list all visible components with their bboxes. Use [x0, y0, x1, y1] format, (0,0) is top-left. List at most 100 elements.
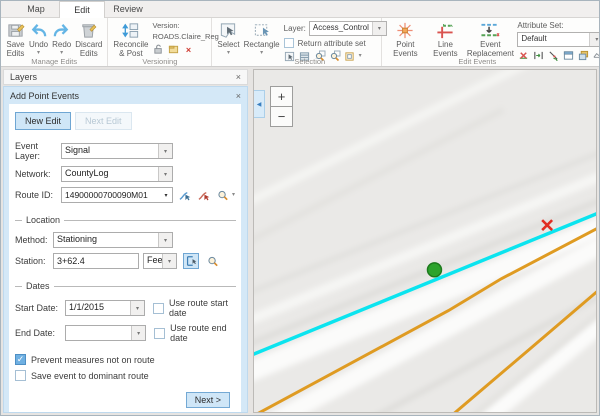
end-date-dropdown[interactable]: ▾: [65, 325, 146, 341]
event-layer-dropdown-arrow-icon[interactable]: ▾: [158, 144, 172, 158]
line-events-label: Line Events: [427, 41, 463, 59]
check-icon: ✓: [17, 354, 25, 365]
point-events-button[interactable]: Point Events: [385, 20, 425, 60]
point-events-label: Point Events: [387, 41, 423, 59]
undo-label: Undo: [29, 41, 48, 50]
use-route-start-date-checkbox[interactable]: [153, 303, 164, 314]
method-value: Stationing: [54, 233, 158, 247]
save-to-dominant-route-checkbox[interactable]: [15, 370, 26, 381]
zoom-to-route-dropdown-icon[interactable]: ▾: [232, 193, 235, 197]
next-button[interactable]: Next >: [186, 392, 230, 408]
zoom-in-button[interactable]: +: [270, 86, 293, 107]
new-edit-button[interactable]: New Edit: [15, 112, 71, 130]
method-dropdown-arrow-icon[interactable]: ▾: [158, 233, 172, 247]
zoom-out-button[interactable]: −: [270, 106, 293, 127]
versioning-column: Version: ROADS.Claire_Reg ×: [151, 20, 221, 57]
dates-section-divider: Dates: [15, 281, 236, 291]
units-dropdown-arrow-icon[interactable]: ▾: [162, 254, 176, 268]
next-edit-button[interactable]: Next Edit: [75, 112, 132, 130]
pick-station-from-map-tool[interactable]: [183, 253, 199, 269]
prevent-measures-label: Prevent measures not on route: [31, 355, 155, 365]
route-id-value: 14900000700090M01: [62, 189, 160, 201]
event-layer-dropdown[interactable]: Signal ▾: [61, 143, 173, 159]
select-button[interactable]: Select ▾: [215, 20, 241, 56]
route-id-combo-arrow-icon[interactable]: ▾: [160, 192, 172, 199]
delete-version-icon[interactable]: ×: [183, 44, 195, 56]
attribute-set-dropdown[interactable]: Default ▾: [517, 32, 600, 47]
layers-close-icon[interactable]: ×: [236, 72, 241, 82]
prevent-measures-checkbox[interactable]: ✓: [15, 354, 26, 365]
group-label-manage-edits: Manage Edits: [1, 57, 107, 66]
station-input[interactable]: 3+62.4: [53, 253, 139, 269]
method-label: Method:: [15, 235, 53, 245]
tab-review[interactable]: Review: [105, 1, 151, 17]
redo-label: Redo: [52, 41, 71, 50]
add-point-events-pane: Add Point Events × New Edit Next Edit Ev…: [3, 86, 248, 413]
map-view[interactable]: ◀ + −: [253, 69, 597, 413]
reconcile-post-icon: [121, 21, 141, 40]
layer-dropdown[interactable]: Access_Control ▾: [309, 21, 387, 36]
use-route-end-date-checkbox[interactable]: [154, 328, 165, 339]
reconcile-post-label: Reconcile & Post: [113, 41, 148, 59]
point-event-marker[interactable]: [427, 263, 441, 277]
network-dropdown-arrow-icon[interactable]: ▾: [158, 167, 172, 181]
save-edits-button[interactable]: Save Edits: [4, 20, 27, 60]
use-route-start-date-label: Use route start date: [169, 298, 236, 318]
layer-value: Access_Control: [310, 22, 372, 35]
method-dropdown[interactable]: Stationing ▾: [53, 232, 173, 248]
redo-button[interactable]: Redo ▾: [50, 20, 73, 56]
left-panel: Layers × Add Point Events × New Edit Nex…: [1, 67, 249, 415]
station-value: 3+62.4: [57, 256, 85, 266]
edit-events-options-column: Attribute Set: Default ▾: [515, 20, 600, 62]
select-label: Select: [217, 41, 239, 50]
layers-pane-title: Layers: [10, 72, 37, 82]
units-dropdown[interactable]: Feet ▾: [143, 253, 177, 269]
reconcile-post-button[interactable]: Reconcile & Post: [111, 20, 150, 60]
select-dropdown-icon[interactable]: ▾: [227, 51, 230, 55]
discard-edits-icon: [79, 21, 98, 40]
location-section-divider: Location: [15, 215, 236, 225]
line-events-icon: [435, 21, 455, 40]
units-value: Feet: [144, 254, 162, 268]
network-dropdown[interactable]: CountyLog ▾: [61, 166, 173, 182]
undo-button[interactable]: Undo ▾: [27, 20, 50, 56]
event-replacement-button[interactable]: Event Replacement: [465, 20, 515, 60]
panel-collapse-tab[interactable]: ◀: [254, 90, 265, 118]
return-attribute-set-label: Return attribute set: [298, 39, 366, 48]
unlock-version-icon[interactable]: [153, 44, 165, 56]
zoom-to-station-icon[interactable]: [205, 253, 221, 269]
add-point-events-body: New Edit Next Edit Event Layer: Signal ▾…: [4, 104, 247, 412]
map-canvas[interactable]: [254, 70, 596, 412]
discard-edits-button[interactable]: Discard Edits: [73, 20, 104, 60]
tab-edit[interactable]: Edit: [59, 1, 105, 18]
zoom-to-route-icon[interactable]: [215, 188, 230, 203]
map-zoom-control: + −: [270, 86, 293, 127]
add-point-events-close-icon[interactable]: ×: [236, 91, 241, 101]
attribute-set-dropdown-arrow-icon[interactable]: ▾: [589, 33, 600, 46]
clear-route-selection-icon[interactable]: [196, 188, 211, 203]
group-manage-edits: Save Edits Undo ▾ Redo ▾ Discar: [1, 18, 108, 66]
select-route-on-map-icon[interactable]: [177, 188, 192, 203]
start-date-dropdown-arrow-icon[interactable]: ▾: [130, 301, 144, 315]
end-date-dropdown-arrow-icon[interactable]: ▾: [131, 326, 145, 340]
rectangle-label: Rectangle: [244, 41, 280, 50]
route-id-combo[interactable]: 14900000700090M01 ▾: [61, 187, 173, 203]
network-value: CountyLog: [62, 167, 158, 181]
return-attribute-set-checkbox[interactable]: [284, 38, 294, 48]
event-replacement-icon: [479, 21, 501, 40]
undo-dropdown-icon[interactable]: ▾: [37, 51, 40, 55]
rectangle-button[interactable]: Rectangle ▾: [242, 20, 282, 56]
redo-dropdown-icon[interactable]: ▾: [60, 51, 63, 55]
add-point-events-title: Add Point Events: [10, 91, 79, 101]
group-edit-events: Point Events Line Events Event Replaceme…: [382, 18, 600, 66]
tab-map[interactable]: Map: [13, 1, 59, 17]
rectangle-dropdown-icon[interactable]: ▾: [260, 51, 263, 55]
start-date-dropdown[interactable]: 1/1/2015 ▾: [65, 300, 145, 316]
line-events-button[interactable]: Line Events: [425, 20, 465, 60]
ribbon: Save Edits Undo ▾ Redo ▾ Discar: [1, 18, 599, 67]
layers-pane-header[interactable]: Layers ×: [3, 69, 248, 85]
new-version-icon[interactable]: [168, 44, 180, 56]
version-value: ROADS.Claire_Reg: [153, 32, 219, 41]
save-to-dominant-route-label: Save event to dominant route: [31, 371, 149, 381]
add-point-events-header[interactable]: Add Point Events ×: [4, 87, 247, 104]
